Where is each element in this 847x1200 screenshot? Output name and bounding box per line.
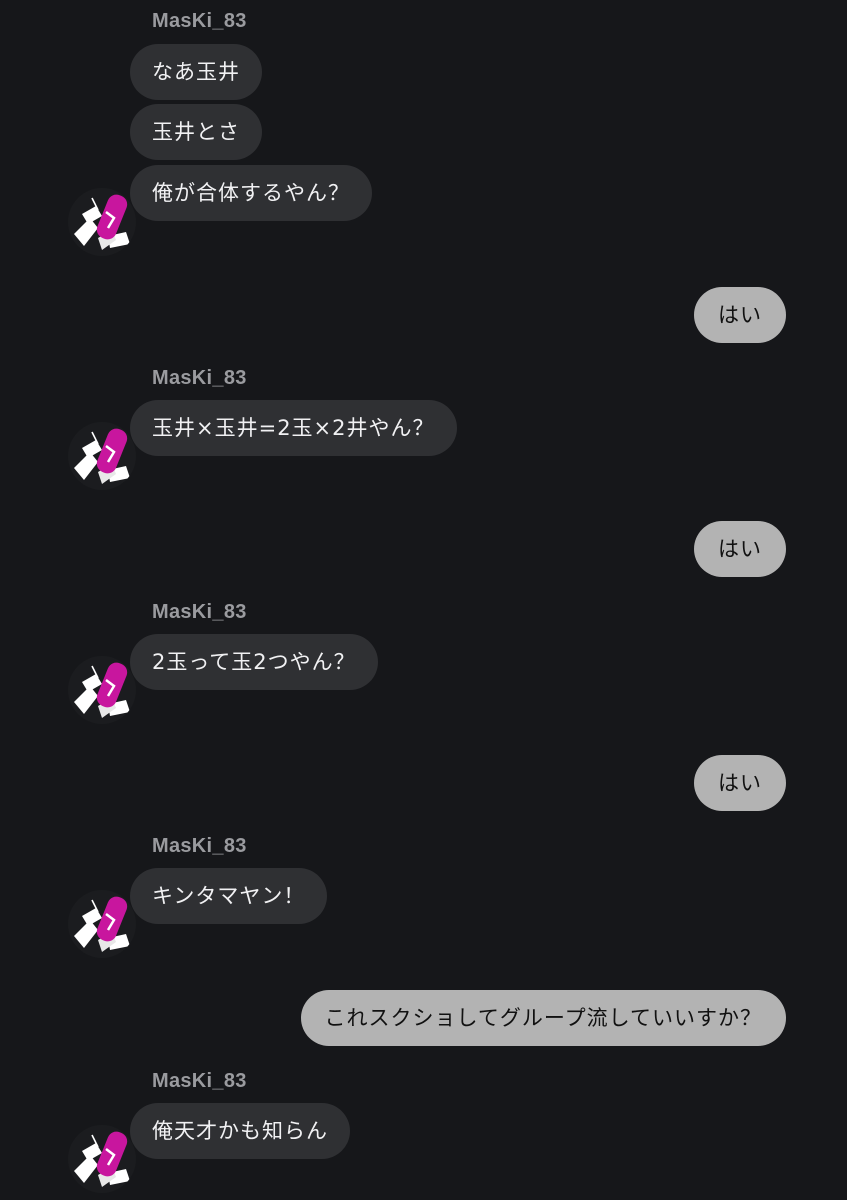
incoming-message[interactable]: 2玉って玉2つやん？ <box>130 634 378 690</box>
outgoing-message[interactable]: はい <box>694 521 786 577</box>
profile-avatar-icon[interactable] <box>68 656 136 724</box>
sender-name: MasKi_83 <box>152 10 247 32</box>
incoming-message[interactable]: 俺が合体するやん？ <box>130 165 372 221</box>
outgoing-message[interactable]: これスクショしてグループ流していいすか？ <box>300 990 786 1046</box>
profile-avatar-icon[interactable] <box>68 188 136 256</box>
incoming-message[interactable]: 俺天才かも知らん <box>130 1103 350 1159</box>
incoming-message[interactable]: なあ玉井 <box>130 44 262 100</box>
sender-name: MasKi_83 <box>152 1070 247 1092</box>
profile-avatar-icon[interactable] <box>68 422 136 490</box>
outgoing-message[interactable]: はい <box>694 287 786 343</box>
profile-avatar-icon[interactable] <box>68 1125 136 1193</box>
sender-name: MasKi_83 <box>152 835 247 857</box>
outgoing-message[interactable]: はい <box>694 755 786 811</box>
incoming-message[interactable]: 玉井×玉井=2玉×2井やん？ <box>130 400 457 456</box>
sender-name: MasKi_83 <box>152 367 247 389</box>
message-thread: MasKi_83 なあ玉井 玉井とさ 俺が合体するやん？ はい MasKi_83… <box>0 0 847 1200</box>
profile-avatar-icon[interactable] <box>68 890 136 958</box>
sender-name: MasKi_83 <box>152 601 247 623</box>
incoming-message[interactable]: 玉井とさ <box>130 104 262 160</box>
incoming-message[interactable]: キンタマヤン！ <box>130 868 328 924</box>
